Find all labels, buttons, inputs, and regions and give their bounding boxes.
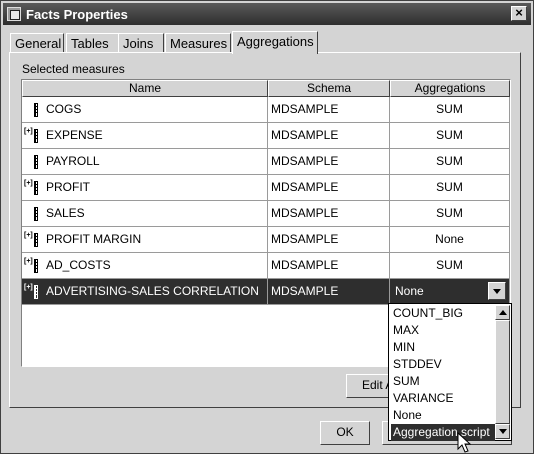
aggregation-combobox-value: None — [395, 284, 424, 298]
table-row[interactable]: [+] ADVERTISING-SALES CORRELATION MDSAMPLE… — [22, 279, 510, 305]
table-row[interactable]: SALES MDSAMPLE SUM — [22, 201, 510, 227]
calculated-measure-icon: [+] — [24, 180, 44, 195]
tab-aggregations[interactable]: Aggregations — [232, 31, 318, 54]
schema-cell[interactable]: MDSAMPLE — [268, 279, 390, 305]
measure-name-cell[interactable]: [+] EXPENSE — [22, 123, 268, 149]
table-row[interactable]: [+] PROFIT MARGIN MDSAMPLE None — [22, 227, 510, 253]
aggregation-cell[interactable]: SUM — [390, 123, 510, 149]
calculated-measure-icon: [+] — [24, 284, 44, 299]
aggregation-combobox[interactable]: None — [392, 281, 507, 302]
dropdown-option[interactable]: MAX — [391, 322, 495, 339]
measure-name: AD_COSTS — [46, 258, 111, 272]
measure-name: PROFIT — [46, 180, 90, 194]
column-header-schema[interactable]: Schema — [268, 80, 390, 97]
measure-name-cell[interactable]: COGS — [22, 97, 268, 123]
schema-cell[interactable]: MDSAMPLE — [268, 227, 390, 253]
dropdown-option[interactable]: COUNT_BIG — [391, 305, 495, 322]
aggregation-cell[interactable]: SUM — [390, 97, 510, 123]
measure-name: PROFIT MARGIN — [46, 232, 142, 246]
app-icon — [7, 7, 21, 21]
scroll-up-button[interactable] — [495, 305, 510, 320]
schema-cell[interactable]: MDSAMPLE — [268, 97, 390, 123]
measure-icon — [24, 103, 44, 117]
calculated-measure-icon: [+] — [24, 258, 44, 273]
measure-name-cell[interactable]: [+] PROFIT — [22, 175, 268, 201]
aggregation-cell[interactable]: None — [390, 227, 510, 253]
table-row[interactable]: [+] PROFIT MDSAMPLE SUM — [22, 175, 510, 201]
tab-general[interactable]: General — [10, 33, 64, 53]
measure-name: ADVERTISING-SALES CORRELATION — [46, 284, 259, 298]
calculated-measure-icon: [+] — [24, 232, 44, 247]
table-header: Name Schema Aggregations — [22, 80, 510, 97]
dropdown-option[interactable]: STDDEV — [391, 356, 495, 373]
dropdown-option[interactable]: SUM — [391, 373, 495, 390]
aggregation-cell[interactable]: SUM — [390, 175, 510, 201]
table-row[interactable]: COGS MDSAMPLE SUM — [22, 97, 510, 123]
column-header-name[interactable]: Name — [22, 80, 268, 97]
aggregation-dropdown-list[interactable]: COUNT_BIG MAX MIN STDDEV SUM VARIANCE None Aggr… — [388, 303, 512, 441]
section-label: Selected measures — [22, 62, 125, 76]
dropdown-option[interactable]: Aggregation script — [391, 424, 495, 441]
column-header-aggregations[interactable]: Aggregations — [390, 80, 510, 97]
table-row[interactable]: [+] EXPENSE MDSAMPLE SUM — [22, 123, 510, 149]
dropdown-option[interactable]: VARIANCE — [391, 390, 495, 407]
aggregation-cell[interactable]: SUM — [390, 149, 510, 175]
mouse-pointer-icon — [457, 432, 472, 453]
calculated-measure-icon: [+] — [24, 128, 44, 143]
schema-cell[interactable]: MDSAMPLE — [268, 175, 390, 201]
measure-icon — [24, 207, 44, 221]
aggregation-combo-cell[interactable]: None — [390, 279, 510, 305]
measure-name: PAYROLL — [46, 154, 100, 168]
chevron-down-icon[interactable] — [488, 282, 506, 300]
scroll-thumb[interactable] — [495, 320, 510, 424]
measure-name-cell[interactable]: [+] ADVERTISING-SALES CORRELATION — [22, 279, 268, 305]
close-button[interactable]: × — [511, 6, 527, 21]
measure-name-cell[interactable]: PAYROLL — [22, 149, 268, 175]
measure-name-cell[interactable]: [+] PROFIT MARGIN — [22, 227, 268, 253]
dropdown-scrollbar[interactable] — [495, 305, 510, 439]
ok-button[interactable]: OK — [320, 421, 370, 445]
aggregation-cell[interactable]: SUM — [390, 201, 510, 227]
tab-tables[interactable]: Tables — [66, 33, 120, 53]
window-title: Facts Properties — [26, 7, 128, 22]
measure-name-cell[interactable]: SALES — [22, 201, 268, 227]
measure-name-cell[interactable]: [+] AD_COSTS — [22, 253, 268, 279]
aggregation-cell[interactable]: SUM — [390, 253, 510, 279]
dropdown-option[interactable]: MIN — [391, 339, 495, 356]
dropdown-option[interactable]: None — [391, 407, 495, 424]
table-row[interactable]: PAYROLL MDSAMPLE SUM — [22, 149, 510, 175]
schema-cell[interactable]: MDSAMPLE — [268, 201, 390, 227]
schema-cell[interactable]: MDSAMPLE — [268, 149, 390, 175]
tab-measures[interactable]: Measures — [165, 33, 231, 53]
measure-name: SALES — [46, 206, 85, 220]
schema-cell[interactable]: MDSAMPLE — [268, 123, 390, 149]
measure-name: EXPENSE — [46, 128, 103, 142]
title-bar[interactable]: Facts Properties × — [3, 3, 531, 25]
measure-name: COGS — [46, 102, 82, 116]
table-row[interactable]: [+] AD_COSTS MDSAMPLE SUM — [22, 253, 510, 279]
tab-joins[interactable]: Joins — [118, 33, 164, 53]
schema-cell[interactable]: MDSAMPLE — [268, 253, 390, 279]
measure-icon — [24, 155, 44, 169]
scroll-down-button[interactable] — [495, 424, 510, 439]
